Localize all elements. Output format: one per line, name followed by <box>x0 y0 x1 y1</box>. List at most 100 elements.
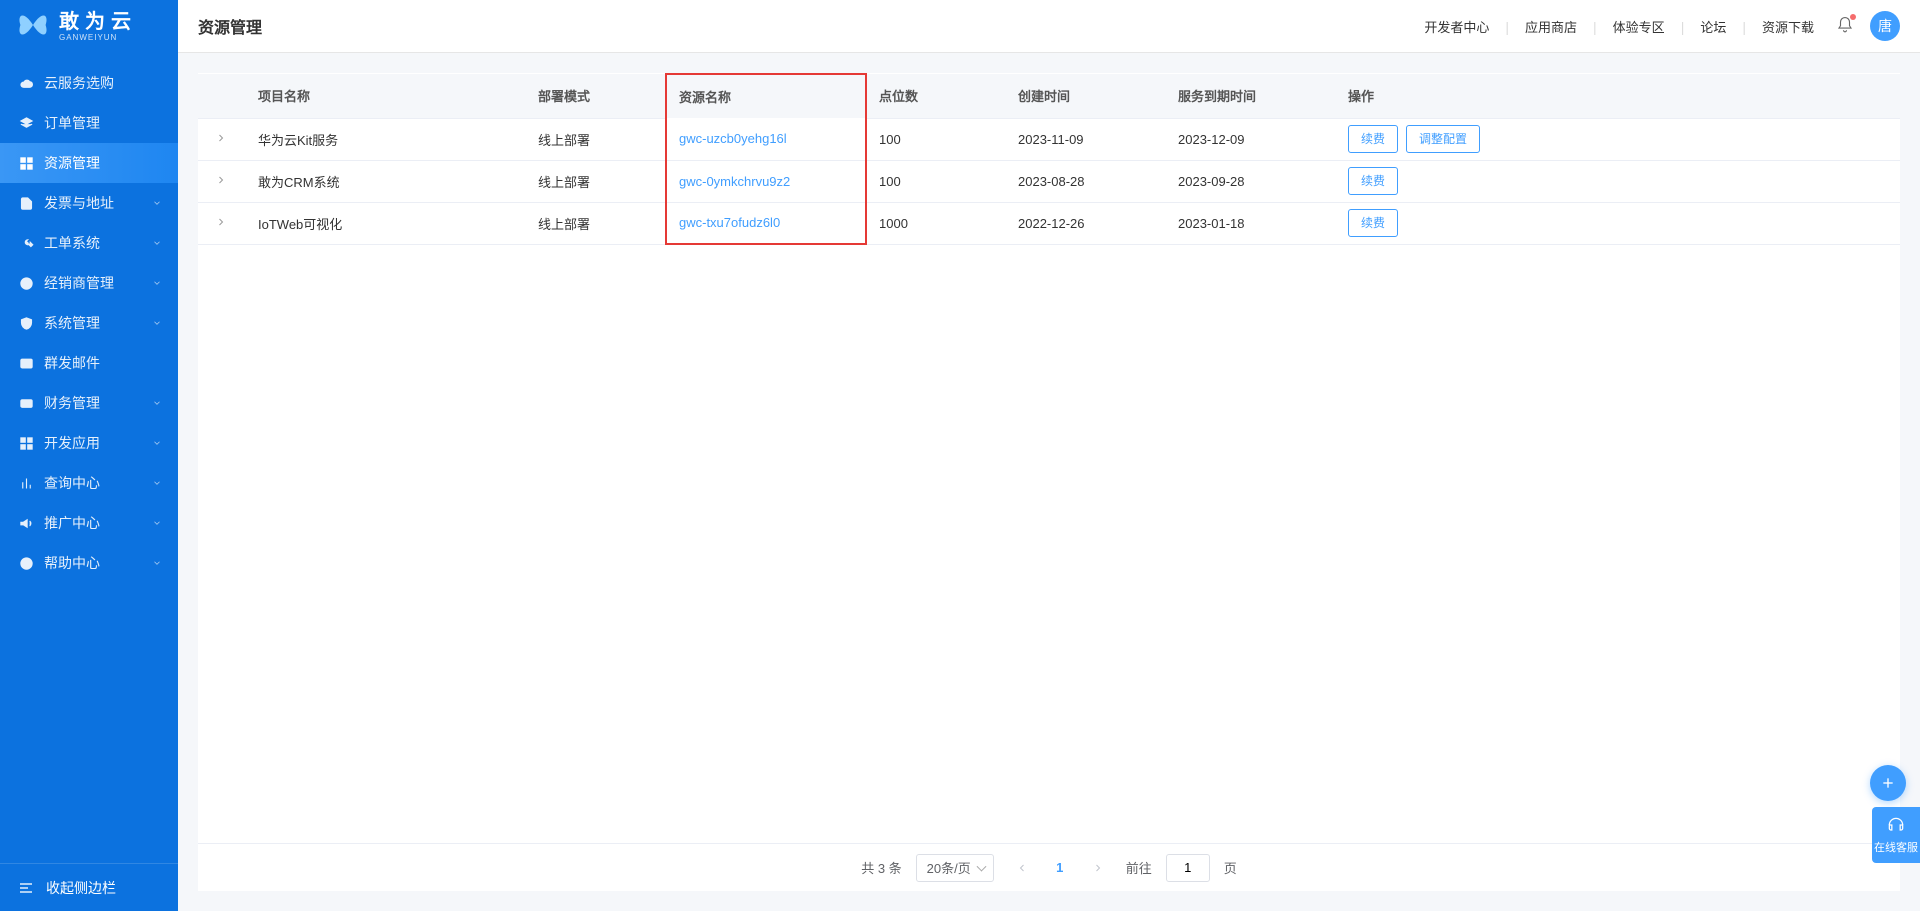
sidebar-item-label: 系统管理 <box>44 313 100 333</box>
col-created: 创建时间 <box>1006 74 1166 118</box>
resource-link[interactable]: gwc-uzcb0yehg16l <box>679 131 787 146</box>
table-row: 华为云Kit服务线上部署gwc-uzcb0yehg16l1002023-11-0… <box>198 118 1900 160</box>
sidebar-item-5[interactable]: 经销商管理 <box>0 263 178 303</box>
chevron-down-icon <box>152 438 162 448</box>
top-link-4[interactable]: 资源下载 <box>1758 20 1818 35</box>
cell-ops: 续费调整配置 <box>1336 118 1900 160</box>
sidebar: 敢为云 GANWEIYUN 云服务选购订单管理资源管理发票与地址工单系统经销商管… <box>0 0 178 911</box>
op-button[interactable]: 续费 <box>1348 125 1398 153</box>
sidebar-item-6[interactable]: 系统管理 <box>0 303 178 343</box>
sidebar-item-label: 资源管理 <box>44 153 100 173</box>
sidebar-item-12[interactable]: 帮助中心 <box>0 543 178 583</box>
pager-current[interactable]: 1 <box>1050 860 1070 875</box>
sidebar-item-11[interactable]: 推广中心 <box>0 503 178 543</box>
sidebar-item-1[interactable]: 订单管理 <box>0 103 178 143</box>
notification-dot <box>1850 14 1856 20</box>
cell-ops: 续费 <box>1336 160 1900 202</box>
sidebar-item-label: 工单系统 <box>44 233 100 253</box>
chevron-down-icon <box>152 318 162 328</box>
sidebar-item-3[interactable]: 发票与地址 <box>0 183 178 223</box>
sidebar-item-4[interactable]: 工单系统 <box>0 223 178 263</box>
sidebar-item-2[interactable]: 资源管理 <box>0 143 178 183</box>
grid-icon <box>18 435 34 451</box>
cell-expire: 2023-12-09 <box>1166 118 1336 160</box>
speaker-icon <box>18 515 34 531</box>
sidebar-item-label: 发票与地址 <box>44 193 114 213</box>
col-deploy-mode: 部署模式 <box>526 74 666 118</box>
cell-points: 1000 <box>866 202 1006 244</box>
pager-prev-icon[interactable] <box>1008 854 1036 882</box>
file-icon <box>18 195 34 211</box>
floating-service-button[interactable]: 在线客服 <box>1872 807 1920 863</box>
cell-created: 2023-08-28 <box>1006 160 1166 202</box>
mail-icon <box>18 355 34 371</box>
bar-icon <box>18 475 34 491</box>
sidebar-item-8[interactable]: 财务管理 <box>0 383 178 423</box>
sidebar-item-0[interactable]: 云服务选购 <box>0 63 178 103</box>
cell-resource: gwc-0ymkchrvu9z2 <box>666 160 866 202</box>
resource-card: 项目名称 部署模式 资源名称 点位数 创建时间 服务到期时间 操作 华为云Kit… <box>198 73 1900 891</box>
notification-bell-icon[interactable] <box>1836 16 1854 37</box>
help-icon <box>18 555 34 571</box>
sidebar-item-label: 推广中心 <box>44 513 100 533</box>
pager-size-select[interactable]: 20条/页 <box>916 854 994 882</box>
cell-ops: 续费 <box>1336 202 1900 244</box>
sidebar-item-label: 订单管理 <box>44 113 100 133</box>
chevron-down-icon <box>152 398 162 408</box>
chevron-down-icon <box>152 478 162 488</box>
cell-points: 100 <box>866 160 1006 202</box>
expand-row-icon[interactable] <box>215 174 229 188</box>
cell-points: 100 <box>866 118 1006 160</box>
brand-logo[interactable]: 敢为云 GANWEIYUN <box>0 0 178 53</box>
sidebar-item-label: 经销商管理 <box>44 273 114 293</box>
op-button[interactable]: 调整配置 <box>1406 125 1480 153</box>
collapse-sidebar-button[interactable]: 收起侧边栏 <box>0 863 178 911</box>
sidebar-item-label: 查询中心 <box>44 473 100 493</box>
top-link-1[interactable]: 应用商店 <box>1521 20 1581 35</box>
cell-expire: 2023-01-18 <box>1166 202 1336 244</box>
wrench-icon <box>18 235 34 251</box>
brand-name-en: GANWEIYUN <box>59 34 137 42</box>
cell-name: 敢为CRM系统 <box>246 160 526 202</box>
top-link-2[interactable]: 体验专区 <box>1609 20 1669 35</box>
expand-row-icon[interactable] <box>215 216 229 230</box>
top-link-0[interactable]: 开发者中心 <box>1420 20 1493 35</box>
chevron-down-icon <box>152 238 162 248</box>
disc-icon <box>18 275 34 291</box>
op-button[interactable]: 续费 <box>1348 167 1398 195</box>
top-link-3[interactable]: 论坛 <box>1696 20 1730 35</box>
floating-add-button[interactable] <box>1870 765 1906 801</box>
pager-goto-input[interactable] <box>1166 854 1210 882</box>
butterfly-icon <box>15 7 51 46</box>
resource-link[interactable]: gwc-0ymkchrvu9z2 <box>679 174 790 189</box>
cell-created: 2023-11-09 <box>1006 118 1166 160</box>
table-row: IoTWeb可视化线上部署gwc-txu7ofudz6l010002022-12… <box>198 202 1900 244</box>
chevron-down-icon <box>152 278 162 288</box>
cell-name: IoTWeb可视化 <box>246 202 526 244</box>
col-expire: 服务到期时间 <box>1166 74 1336 118</box>
cell-name: 华为云Kit服务 <box>246 118 526 160</box>
cell-mode: 线上部署 <box>526 160 666 202</box>
sidebar-item-label: 财务管理 <box>44 393 100 413</box>
pager-goto-suffix: 页 <box>1224 858 1237 877</box>
sidebar-item-label: 开发应用 <box>44 433 100 453</box>
col-project-name: 项目名称 <box>246 74 526 118</box>
sidebar-item-7[interactable]: 群发邮件 <box>0 343 178 383</box>
sidebar-item-10[interactable]: 查询中心 <box>0 463 178 503</box>
cell-mode: 线上部署 <box>526 202 666 244</box>
sidebar-item-9[interactable]: 开发应用 <box>0 423 178 463</box>
top-links: 开发者中心|应用商店|体验专区|论坛|资源下载 <box>1420 17 1818 36</box>
resource-link[interactable]: gwc-txu7ofudz6l0 <box>679 215 780 230</box>
cell-resource: gwc-txu7ofudz6l0 <box>666 202 866 244</box>
card-icon <box>18 395 34 411</box>
user-avatar[interactable]: 唐 <box>1870 11 1900 41</box>
col-ops: 操作 <box>1336 74 1900 118</box>
pagination: 共 3 条 20条/页 1 前往 页 <box>198 843 1900 891</box>
op-button[interactable]: 续费 <box>1348 209 1398 237</box>
expand-row-icon[interactable] <box>215 132 229 146</box>
brand-name-cn: 敢为云 <box>59 12 137 32</box>
pager-next-icon[interactable] <box>1084 854 1112 882</box>
page-title: 资源管理 <box>198 14 262 38</box>
nav: 云服务选购订单管理资源管理发票与地址工单系统经销商管理系统管理群发邮件财务管理开… <box>0 53 178 863</box>
chevron-down-icon <box>152 198 162 208</box>
